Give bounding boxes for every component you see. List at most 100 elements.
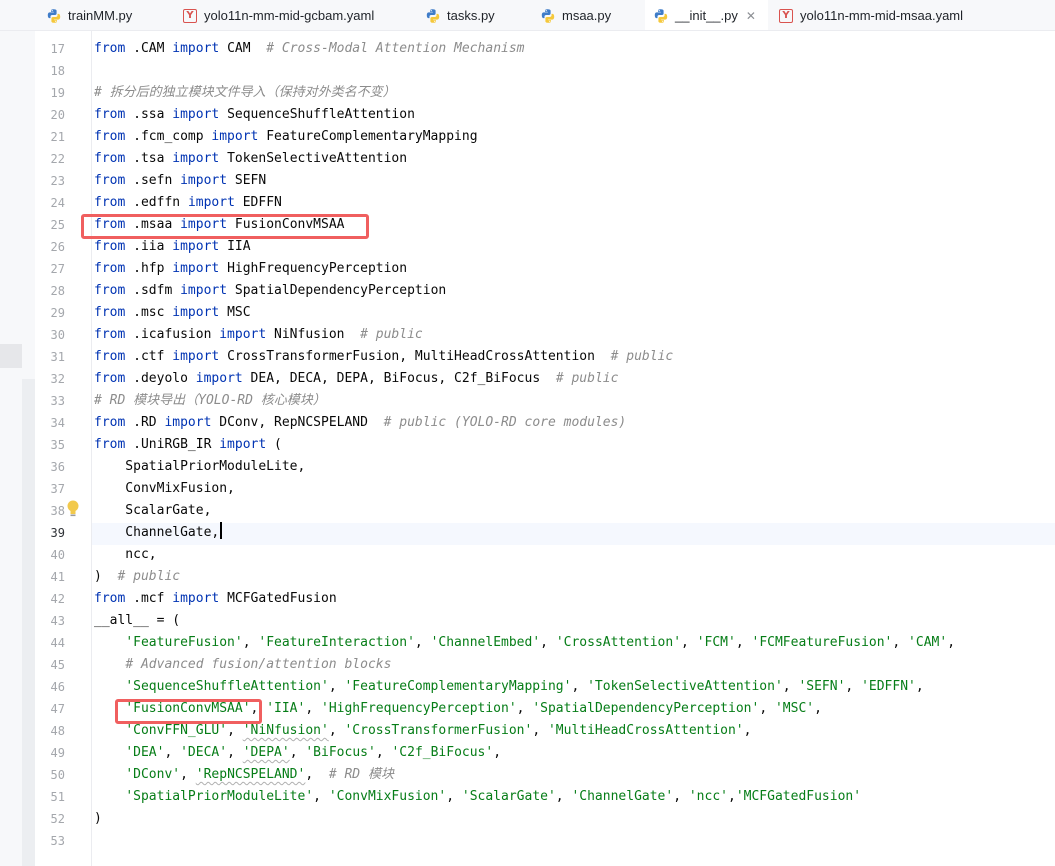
string-literal: 'DECA': [180, 745, 228, 760]
keyword: import: [172, 107, 220, 122]
tab-init-py[interactable]: __init__.py ✕: [645, 0, 768, 30]
lightbulb-icon[interactable]: [66, 499, 80, 519]
close-tab-icon[interactable]: ✕: [746, 9, 756, 23]
code-line[interactable]: from .sefn import SEFN: [94, 170, 266, 192]
code-line[interactable]: 'DConv', 'RepNCSPELAND', # RD 模块: [94, 764, 394, 786]
tab-yolo11n-mm-mid-msaa-yaml[interactable]: Yyolo11n-mm-mid-msaa.yaml: [779, 0, 1055, 30]
code-text: ,: [328, 723, 345, 738]
tab-yolo11n-mm-mid-gcbam-yaml[interactable]: Yyolo11n-mm-mid-gcbam.yaml: [183, 0, 406, 30]
code-line[interactable]: from .RD import DConv, RepNCSPELAND # pu…: [94, 412, 626, 434]
string-literal: 'FeatureFusion': [125, 635, 243, 650]
line-number: 48: [50, 724, 65, 738]
code-line[interactable]: from .edffn import EDFFN: [94, 192, 282, 214]
code-line[interactable]: SpatialPriorModuleLite,: [94, 456, 305, 478]
comment: # public: [117, 569, 181, 584]
code-text: ,: [328, 679, 345, 694]
code-line[interactable]: from .iia import IIA: [94, 236, 251, 258]
string-literal: 'IIA': [266, 701, 306, 716]
comment: # public: [555, 371, 619, 386]
code-text: .tsa: [125, 151, 173, 166]
code-line[interactable]: # Advanced fusion/attention blocks: [94, 654, 391, 676]
yaml-file-icon: Y: [779, 9, 793, 23]
line-number: 53: [50, 834, 65, 848]
code-text: ,: [743, 723, 752, 738]
line-number: 51: [50, 790, 65, 804]
line-number: 31: [50, 350, 65, 364]
code-text: ): [94, 811, 102, 826]
code-text: ,: [242, 635, 259, 650]
code-line[interactable]: from .ctf import CrossTransformerFusion,…: [94, 346, 673, 368]
code-line[interactable]: 'SpatialPriorModuleLite', 'ConvMixFusion…: [94, 786, 861, 808]
code-line[interactable]: from .deyolo import DEA, DECA, DEPA, BiF…: [94, 368, 618, 390]
code-line[interactable]: # RD 模块导出（YOLO-RD 核心模块）: [94, 390, 326, 412]
code-line[interactable]: from .sdfm import SpatialDependencyPerce…: [94, 280, 446, 302]
line-number: 45: [50, 658, 65, 672]
line-number: 49: [50, 746, 65, 760]
code-line[interactable]: from .msaa import FusionConvMSAA: [94, 214, 344, 236]
line-number: 40: [50, 548, 65, 562]
code-line[interactable]: from .CAM import CAM # Cross-Modal Atten…: [94, 38, 525, 60]
code-line[interactable]: 'SequenceShuffleAttention', 'FeatureComp…: [94, 676, 923, 698]
keyword: import: [219, 437, 267, 452]
code-text: ,: [728, 789, 736, 804]
code-text: .hfp: [125, 261, 173, 276]
code-line[interactable]: ncc,: [94, 544, 157, 566]
code-text: .icafusion: [125, 327, 220, 342]
code-line[interactable]: ScalarGate,: [94, 500, 211, 522]
code-line[interactable]: from .ssa import SequenceShuffleAttentio…: [94, 104, 415, 126]
code-text: ,: [493, 745, 502, 760]
code-line[interactable]: from .hfp import HighFrequencyPerception: [94, 258, 407, 280]
string-literal: 'ScalarGate': [461, 789, 556, 804]
code-line[interactable]: __all__ = (: [94, 610, 180, 632]
code-text: .sdfm: [125, 283, 181, 298]
code-text: .mcf: [125, 591, 173, 606]
code-line[interactable]: ): [94, 808, 102, 830]
code-text: .deyolo: [125, 371, 196, 386]
code-text: ,: [892, 635, 909, 650]
code-line[interactable]: ) # public: [94, 566, 180, 588]
code-line[interactable]: ConvMixFusion,: [94, 478, 235, 500]
keyword: import: [180, 283, 228, 298]
string-literal: 'DConv': [125, 767, 181, 782]
code-line[interactable]: 'FeatureFusion', 'FeatureInteraction', '…: [94, 632, 955, 654]
code-text: ScalarGate,: [94, 503, 212, 518]
keyword: import: [172, 349, 220, 364]
tab-msaa-py[interactable]: msaa.py: [540, 0, 636, 30]
keyword: import: [172, 41, 220, 56]
python-file-icon: [46, 8, 62, 24]
code-line[interactable]: 'ConvFFN_GLU', 'NiNfusion', 'CrossTransf…: [94, 720, 751, 742]
code-text: ,: [414, 635, 431, 650]
tab-label: yolo11n-mm-mid-gcbam.yaml: [204, 8, 375, 23]
code-text: ncc,: [94, 547, 157, 562]
code-line[interactable]: from .fcm_comp import FeatureComplementa…: [94, 126, 478, 148]
code-line[interactable]: from .tsa import TokenSelectiveAttention: [94, 148, 407, 170]
keyword: from: [94, 261, 126, 276]
yaml-file-icon: Y: [183, 9, 197, 23]
code-line[interactable]: from .icafusion import NiNfusion # publi…: [94, 324, 423, 346]
code-line[interactable]: from .UniRGB_IR import (: [94, 434, 282, 456]
string-literal: 'MSC': [774, 701, 815, 716]
code-line[interactable]: # 拆分后的独立模块文件导入（保持对外类名不变）: [94, 82, 396, 104]
code-line[interactable]: ChannelGate,: [94, 522, 223, 544]
string-literal: 'BiFocus': [305, 745, 376, 760]
code-text: ,: [227, 745, 243, 760]
line-number: 38: [50, 504, 65, 518]
tab-tasks-py[interactable]: tasks.py: [425, 0, 522, 30]
tab-trainmm-py[interactable]: trainMM.py: [46, 0, 171, 30]
comment: # public: [360, 327, 423, 342]
code-line[interactable]: from .msc import MSC: [94, 302, 251, 324]
code-text: SEFN: [227, 173, 267, 188]
string-literal: 'ConvFFN_GLU': [125, 723, 228, 738]
string-literal: 'EDFFN': [861, 679, 916, 694]
string-literal: 'MultiHeadCrossAttention': [547, 723, 744, 738]
keyword: import: [172, 305, 220, 320]
code-text: ChannelGate,: [94, 525, 220, 540]
code-line[interactable]: 'DEA', 'DECA', 'DEPA', 'BiFocus', 'C2f_B…: [94, 742, 501, 764]
code-line[interactable]: from .mcf import MCFGatedFusion: [94, 588, 337, 610]
code-line[interactable]: 'FusionConvMSAA', 'IIA', 'HighFrequencyP…: [94, 698, 822, 720]
strip-scroll-region: [22, 379, 35, 866]
code-text: ,: [759, 701, 775, 716]
